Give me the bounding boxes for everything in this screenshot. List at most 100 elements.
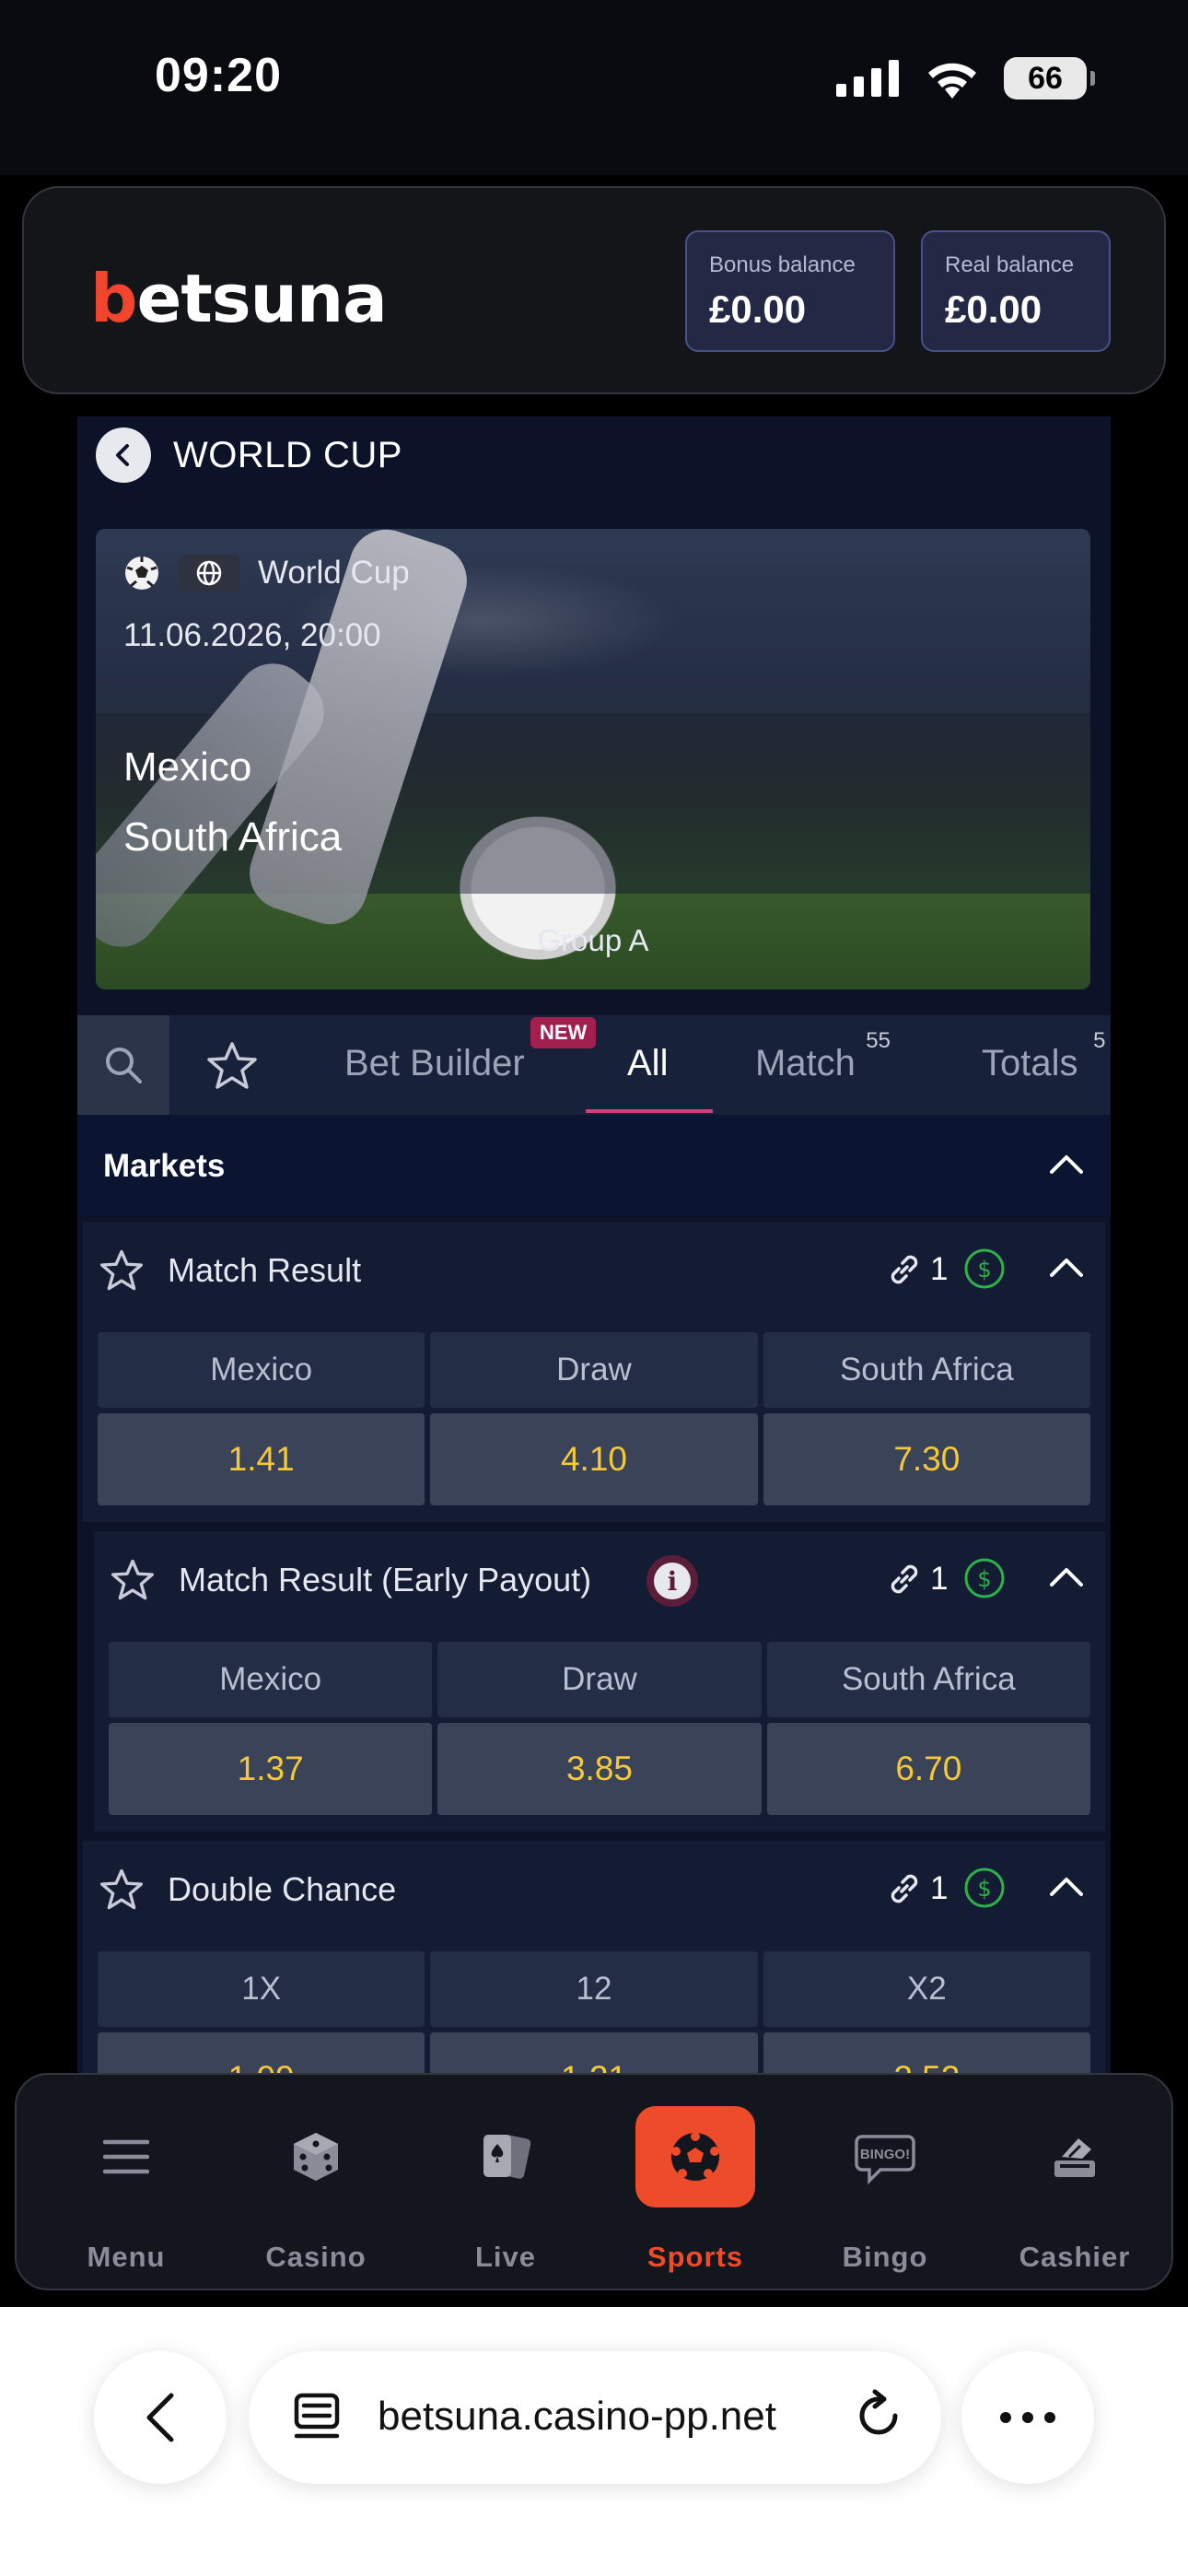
- selection-label: X2: [763, 1951, 1090, 2027]
- address-bar[interactable]: betsuna.casino-pp.net: [249, 2351, 941, 2484]
- selection-label: South Africa: [766, 1642, 1090, 1717]
- market-link-count: 1: [930, 1561, 949, 1597]
- star-icon[interactable]: [99, 1249, 144, 1292]
- browser-toolbar: betsuna.casino-pp.net: [0, 2307, 1188, 2576]
- odds-button[interactable]: 6.70: [766, 1723, 1090, 1815]
- tab-match[interactable]: Match 55: [755, 1028, 891, 1084]
- cash-out-icon: $: [964, 1868, 1005, 1908]
- nav-label: Menu: [87, 2241, 166, 2273]
- away-team: South Africa: [123, 814, 343, 860]
- market-name: Match Result: [168, 1251, 362, 1289]
- soccer-ball-icon: [671, 2132, 719, 2181]
- nav-label: Sports: [646, 2241, 744, 2273]
- odds-button[interactable]: 7.30: [763, 1413, 1090, 1505]
- odds-button[interactable]: 3.85: [437, 1723, 762, 1815]
- market-name: Match Result (Early Payout): [179, 1561, 592, 1598]
- real-balance[interactable]: Real balance £0.00: [921, 230, 1111, 352]
- event-hero-card: World Cup 11.06.2026, 20:00 Mexico South…: [96, 529, 1090, 989]
- chevron-up-icon[interactable]: [1048, 1874, 1085, 1898]
- star-icon[interactable]: [99, 1868, 144, 1911]
- market-selections: 1X 12 X2 1.09 1.21 2.52: [98, 1951, 1090, 2075]
- selection-label: South Africa: [763, 1332, 1090, 1408]
- hamburger-icon: [103, 2139, 149, 2174]
- chevron-left-icon: [146, 2393, 174, 2442]
- market-match-result-early-payout: Match Result (Early Payout) i 1 $ Mexico…: [94, 1531, 1105, 1832]
- market-tabs: Bet Builder NEW All Match 55 Totals 5: [77, 1015, 1111, 1115]
- chevron-up-icon[interactable]: [1048, 1564, 1085, 1588]
- competition-name: World Cup: [258, 555, 410, 591]
- event-datetime: 11.06.2026, 20:00: [123, 617, 381, 653]
- selection-label: Mexico: [98, 1332, 425, 1408]
- nav-live[interactable]: Live: [411, 2075, 600, 2292]
- nav-cashier[interactable]: Cashier: [980, 2075, 1170, 2292]
- wifi-icon: [928, 63, 976, 99]
- nav-label: Bingo: [842, 2241, 928, 2273]
- globe-chip: [179, 555, 239, 591]
- search-button[interactable]: [77, 1015, 169, 1115]
- odds-button[interactable]: 1.21: [430, 2032, 758, 2075]
- star-icon: [207, 1042, 257, 1089]
- market-selections: Mexico Draw South Africa 1.41 4.10 7.30: [98, 1332, 1090, 1505]
- search-icon: [106, 1048, 142, 1083]
- star-icon[interactable]: [111, 1559, 155, 1601]
- tab-bet-builder[interactable]: Bet Builder: [344, 1043, 525, 1084]
- market-header[interactable]: Match Result 1 $: [83, 1222, 1105, 1321]
- markets-header[interactable]: Markets: [77, 1115, 1111, 1216]
- info-button[interactable]: i: [646, 1555, 698, 1607]
- bonus-balance[interactable]: Bonus balance £0.00: [685, 230, 895, 352]
- chevron-up-icon[interactable]: [1048, 1152, 1085, 1176]
- event-group: Group A: [537, 923, 649, 957]
- tab-all[interactable]: All: [627, 1043, 668, 1084]
- nav-label: Live: [474, 2241, 537, 2273]
- status-time: 09:20: [155, 49, 282, 102]
- reload-icon[interactable]: [853, 2388, 904, 2443]
- cashier-icon: [1054, 2138, 1095, 2177]
- tab-match-count: 55: [866, 1028, 891, 1053]
- odds-button[interactable]: 4.10: [430, 1413, 758, 1505]
- selection-label: Draw: [430, 1332, 758, 1408]
- markets-title: Markets: [103, 1148, 226, 1184]
- market-link-count: 1: [930, 1870, 949, 1906]
- cash-out-icon: $: [964, 1248, 1005, 1289]
- market-header[interactable]: Double Chance 1 $: [83, 1841, 1105, 1940]
- browser-more-button[interactable]: [961, 2351, 1094, 2484]
- link-icon: [891, 1564, 918, 1594]
- nav-menu[interactable]: Menu: [31, 2075, 221, 2292]
- nav-casino[interactable]: Casino: [221, 2075, 411, 2292]
- link-icon: [891, 1255, 918, 1284]
- bottom-nav: Menu Casino Live Sports BINGO! Bingo Cas…: [15, 2073, 1173, 2290]
- page-icon: [294, 2393, 340, 2439]
- odds-button[interactable]: 2.52: [763, 2032, 1090, 2075]
- nav-label: Casino: [265, 2241, 367, 2273]
- breadcrumb: WORLD CUP: [96, 427, 402, 483]
- back-button[interactable]: [96, 427, 151, 483]
- bingo-icon: BINGO!: [855, 2135, 915, 2184]
- betsuna-logo[interactable]: betsuna: [90, 260, 388, 337]
- link-icon: [891, 1874, 918, 1903]
- cellular-signal-icon: [836, 60, 899, 97]
- odds-button[interactable]: 1.41: [98, 1413, 425, 1505]
- tab-totals[interactable]: Totals 5: [982, 1028, 1106, 1084]
- odds-button[interactable]: 1.09: [98, 2032, 425, 2075]
- nav-sports[interactable]: Sports: [600, 2075, 790, 2292]
- home-team: Mexico: [123, 744, 252, 790]
- odds-button[interactable]: 1.37: [109, 1723, 433, 1815]
- soccer-ball-icon: [125, 556, 158, 590]
- market-header[interactable]: Match Result (Early Payout) i 1 $: [94, 1531, 1105, 1631]
- selection-label: Mexico: [109, 1642, 433, 1717]
- event-panel: WORLD CUP World Cup 11.06.2026, 20:00 Me…: [77, 416, 1111, 2075]
- page-title: WORLD CUP: [173, 434, 402, 475]
- svg-text:$: $: [977, 1566, 991, 1592]
- tab-totals-count: 5: [1093, 1028, 1106, 1053]
- globe-icon: [196, 560, 222, 586]
- chevron-up-icon[interactable]: [1048, 1255, 1085, 1279]
- url-text: betsuna.casino-pp.net: [378, 2394, 776, 2439]
- event-meta: World Cup: [123, 555, 410, 591]
- svg-text:$: $: [977, 1876, 991, 1902]
- browser-back-button[interactable]: [94, 2351, 227, 2484]
- market-match-result: Match Result 1 $ Mexico Draw South Afric…: [83, 1222, 1105, 1522]
- tab-favourites[interactable]: [206, 1041, 258, 1095]
- nav-bingo[interactable]: BINGO! Bingo: [790, 2075, 980, 2292]
- market-link-count: 1: [930, 1251, 949, 1287]
- svg-text:BINGO!: BINGO!: [860, 2147, 910, 2162]
